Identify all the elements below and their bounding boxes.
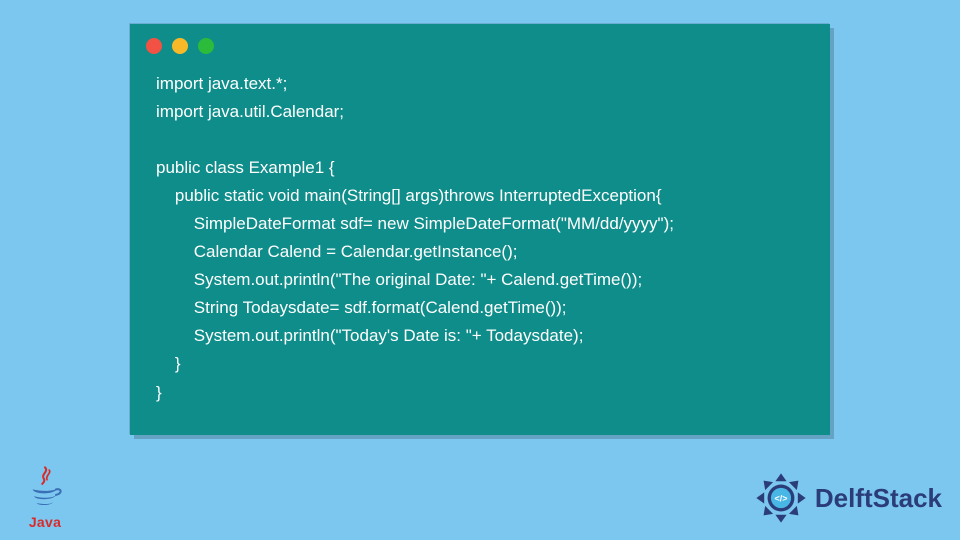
delftstack-logo-label: DelftStack bbox=[815, 483, 942, 514]
code-content: import java.text.*; import java.util.Cal… bbox=[130, 62, 830, 415]
java-logo-label: Java bbox=[29, 514, 61, 530]
delftstack-logo: </> DelftStack bbox=[753, 470, 942, 526]
close-icon[interactable] bbox=[146, 38, 162, 54]
java-logo: Java bbox=[18, 463, 72, 530]
delftstack-mark-icon: </> bbox=[753, 470, 809, 526]
code-window: import java.text.*; import java.util.Cal… bbox=[130, 24, 830, 435]
svg-text:</>: </> bbox=[774, 493, 787, 503]
maximize-icon[interactable] bbox=[198, 38, 214, 54]
window-titlebar bbox=[130, 24, 830, 62]
minimize-icon[interactable] bbox=[172, 38, 188, 54]
java-cup-icon bbox=[23, 463, 67, 518]
